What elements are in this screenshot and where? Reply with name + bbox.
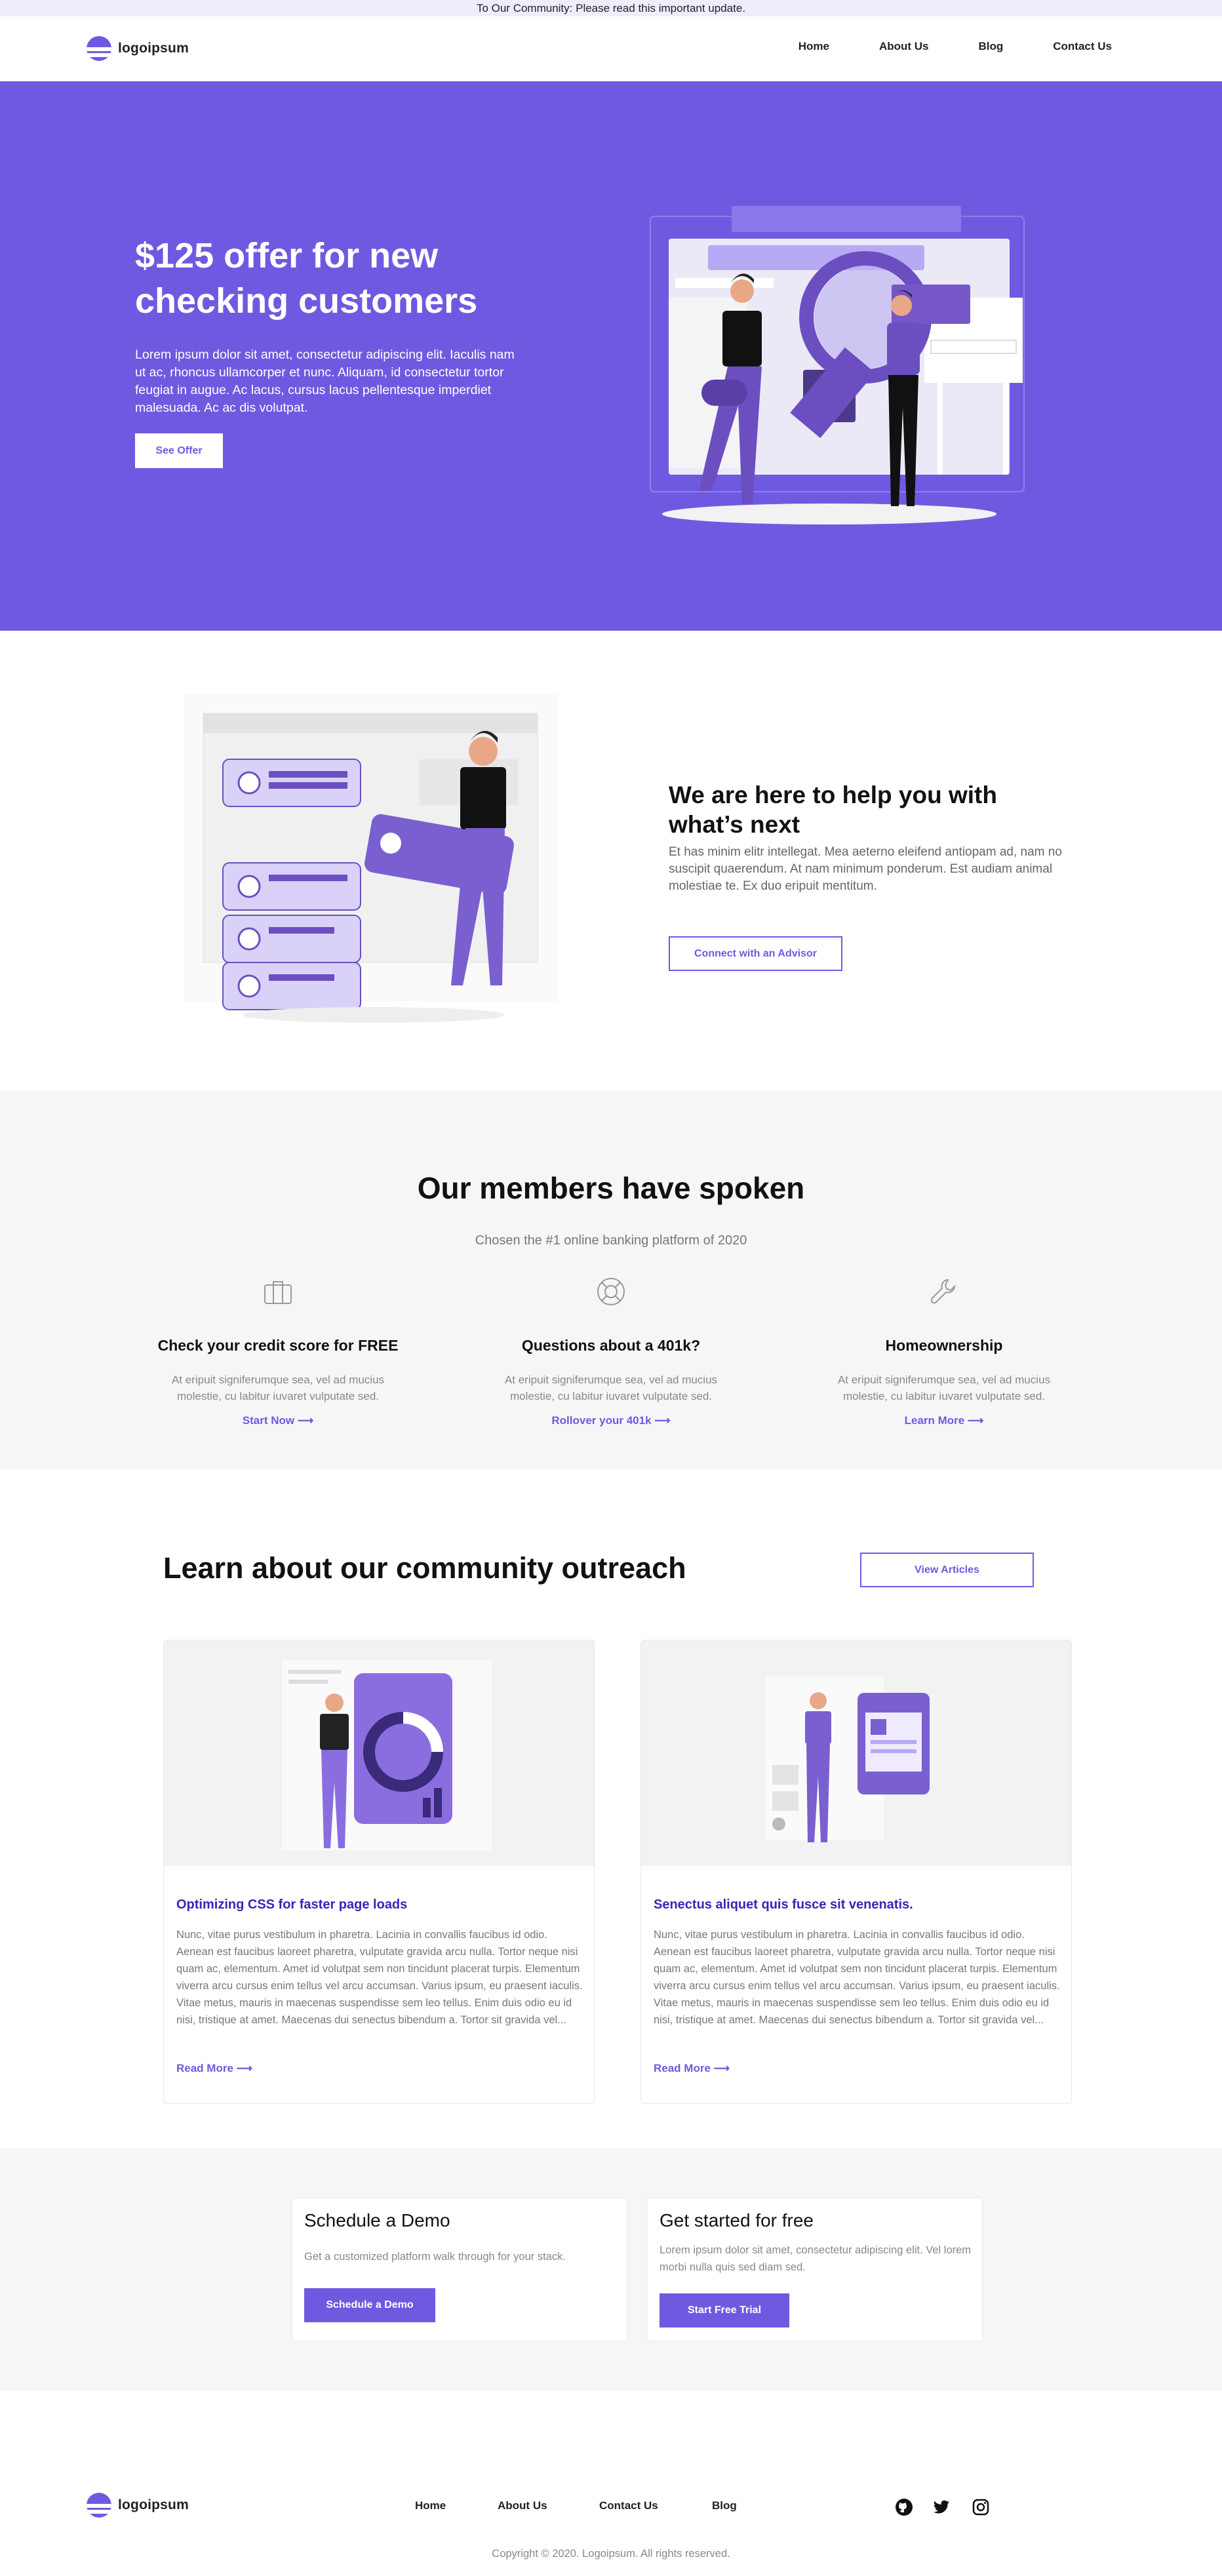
free-trial-card: Get started for free Lorem ipsum dolor s… (647, 2198, 983, 2341)
hero-section: $125 offer for new checking customers Lo… (0, 81, 1222, 631)
briefcase-icon (264, 1281, 292, 1304)
cta-section: Schedule a Demo Get a customized platfor… (0, 2149, 1222, 2391)
rollover-401k-link[interactable]: Rollover your 401k ⟶ (486, 1414, 736, 1427)
free-trial-title: Get started for free (660, 2210, 814, 2230)
footer-link-contact[interactable]: Contact Us (599, 2499, 658, 2512)
logo-text: logoipsum (118, 41, 189, 56)
logo-icon (87, 36, 111, 61)
hero-illustration (650, 206, 1025, 525)
feature-body: At eripuit signiferumque sea, vel ad muc… (171, 1374, 385, 1402)
footer-link-about[interactable]: About Us (498, 2499, 547, 2512)
read-more-link[interactable]: Read More ⟶ (654, 2062, 730, 2075)
nav-link-contact[interactable]: Contact Us (1053, 40, 1112, 53)
help-illustration (184, 694, 557, 1023)
nav-link-blog[interactable]: Blog (978, 40, 1003, 53)
hero-title: $125 offer for new checking customers (135, 236, 478, 321)
free-trial-body: Lorem ipsum dolor sit amet, consectetur … (660, 2244, 972, 2273)
nav-links: Home About Us Blog Contact Us (749, 40, 1112, 53)
article-title[interactable]: Optimizing CSS for faster page loads (176, 1897, 407, 1912)
read-more-link[interactable]: Read More ⟶ (176, 2062, 252, 2075)
github-icon[interactable] (895, 2498, 913, 2516)
schedule-demo-button[interactable]: Schedule a Demo (304, 2288, 435, 2322)
feature-body: At eripuit signiferumque sea, vel ad muc… (837, 1374, 1051, 1402)
article-title[interactable]: Senectus aliquet quis fusce sit venenati… (654, 1897, 913, 1912)
schedule-demo-card: Schedule a Demo Get a customized platfor… (292, 2198, 627, 2341)
members-title: Our members have spoken (417, 1171, 805, 1205)
members-section: Our members have spoken Chosen the #1 on… (0, 1090, 1222, 1470)
footer-logo[interactable]: logoipsum (87, 2493, 189, 2518)
feature-title: Homeownership (885, 1337, 1003, 1354)
feature-body: At eripuit signiferumque sea, vel ad muc… (504, 1374, 718, 1402)
outreach-title: Learn about our community outreach (163, 1551, 686, 1585)
copyright-text: Copyright © 2020. Logoipsum. All rights … (492, 2548, 730, 2560)
see-offer-button[interactable]: See Offer (135, 433, 223, 468)
learn-more-link[interactable]: Learn More ⟶ (819, 1414, 1069, 1427)
feature-card-401k: Questions about a 401k? At eripuit signi… (486, 1276, 736, 1427)
wrench-icon (930, 1278, 956, 1304)
feature-card-homeownership: Homeownership At eripuit signiferumque s… (819, 1276, 1069, 1427)
article-card[interactable]: Optimizing CSS for faster page loads Nun… (163, 1640, 595, 2104)
article-image (164, 1640, 594, 1866)
instagram-icon[interactable] (972, 2498, 990, 2516)
footer-link-blog[interactable]: Blog (712, 2499, 737, 2512)
start-free-trial-button[interactable]: Start Free Trial (660, 2293, 789, 2328)
hero-body: Lorem ipsum dolor sit amet, consectetur … (135, 347, 515, 415)
top-nav: logoipsum Home About Us Blog Contact Us (0, 16, 1222, 81)
article-excerpt: Nunc, vitae purus vestibulum in pharetra… (176, 1929, 583, 2026)
help-title: We are here to help you with what’s next (669, 782, 997, 838)
start-now-link[interactable]: Start Now ⟶ (153, 1414, 403, 1427)
article-card[interactable]: Senectus aliquet quis fusce sit venenati… (641, 1640, 1072, 2104)
nav-link-about[interactable]: About Us (879, 40, 929, 53)
feature-card-credit: Check your credit score for FREE At erip… (153, 1276, 403, 1427)
connect-advisor-button[interactable]: Connect with an Advisor (669, 936, 842, 971)
logo-icon (87, 2493, 111, 2518)
view-articles-button[interactable]: View Articles (860, 1553, 1034, 1587)
feature-title: Questions about a 401k? (521, 1337, 701, 1354)
nav-link-home[interactable]: Home (798, 40, 829, 53)
announcement-bar[interactable]: To Our Community: Please read this impor… (0, 0, 1222, 16)
feature-title: Check your credit score for FREE (157, 1337, 399, 1354)
article-excerpt: Nunc, vitae purus vestibulum in pharetra… (654, 1929, 1060, 2026)
members-subtitle: Chosen the #1 online banking platform of… (475, 1233, 747, 1248)
lifebuoy-icon (597, 1278, 625, 1305)
help-body: Et has minim elitr intellegat. Mea aeter… (669, 845, 1062, 893)
footer-link-home[interactable]: Home (415, 2499, 446, 2512)
logo[interactable]: logoipsum (87, 36, 189, 61)
article-image (641, 1640, 1071, 1866)
logo-text: logoipsum (118, 2497, 189, 2512)
page: To Our Community: Please read this impor… (0, 0, 1222, 2576)
schedule-demo-body: Get a customized platform walk through f… (304, 2251, 566, 2263)
schedule-demo-title: Schedule a Demo (304, 2210, 450, 2230)
twitter-icon[interactable] (932, 2498, 951, 2516)
